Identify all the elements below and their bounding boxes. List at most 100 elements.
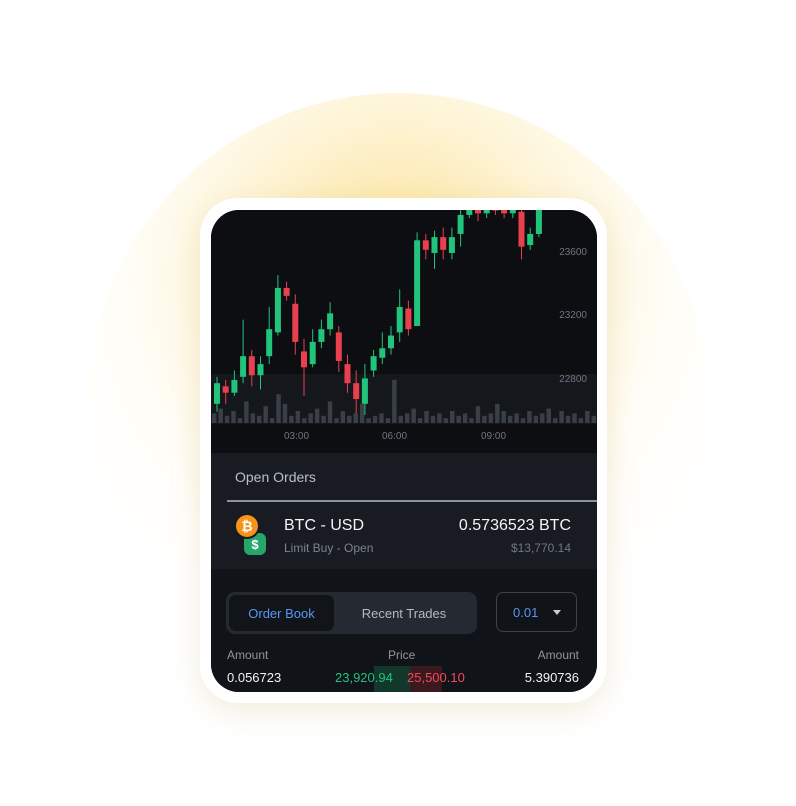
volume-bar	[520, 418, 526, 423]
volume-bar	[308, 413, 313, 423]
volume-bar	[578, 418, 584, 423]
volume-bar	[398, 415, 403, 423]
volume-bar	[417, 418, 423, 423]
volume-bar	[552, 418, 558, 423]
candle-body	[483, 210, 490, 214]
open-orders-divider	[227, 500, 597, 502]
volume-bar	[289, 415, 294, 423]
tab-recent-trades[interactable]: Recent Trades	[334, 595, 474, 631]
x-tick-label: 06:00	[382, 431, 408, 442]
candle-body	[414, 240, 421, 327]
volume-bar	[244, 401, 249, 423]
volume-bar	[450, 411, 455, 423]
volume-bar	[565, 415, 571, 423]
volume-bar	[340, 411, 346, 423]
volume-bar	[430, 415, 436, 423]
chevron-down-icon	[553, 610, 561, 615]
tab-order-book[interactable]: Order Book	[229, 595, 334, 631]
candle-body	[448, 237, 455, 253]
candle-body	[440, 237, 447, 250]
candle-body	[509, 210, 516, 214]
candle-body	[222, 386, 229, 393]
candle-body	[518, 211, 525, 247]
volume-bar	[224, 415, 230, 423]
y-tick-label: 23200	[559, 310, 587, 321]
volume-bar	[347, 415, 352, 423]
candle-body	[388, 335, 394, 349]
ask-amount: 5.390736	[524, 670, 579, 685]
candle-body	[266, 329, 273, 357]
candle-body	[527, 233, 534, 246]
volume-bar	[359, 403, 365, 423]
candle-body	[492, 210, 499, 211]
price-chart[interactable]: 23600 23200 22800 03:00 06:00 09:00	[211, 210, 597, 453]
volume-bar	[385, 418, 391, 423]
x-tick-label: 03:00	[284, 431, 310, 442]
candle-body	[231, 380, 238, 393]
volume-bar	[392, 379, 397, 423]
volume-bar	[559, 411, 564, 423]
header-price: Price	[388, 648, 416, 662]
volume-bar	[482, 415, 487, 423]
volume-bar	[353, 413, 358, 423]
precision-value: 0.01	[513, 605, 539, 620]
candle-body	[327, 313, 334, 330]
candle-body	[248, 356, 255, 376]
volume-bar	[295, 411, 301, 423]
volume-bar	[405, 413, 410, 423]
candle-body	[353, 383, 360, 400]
candle-body	[422, 240, 429, 250]
candle-body	[361, 378, 368, 404]
candle-body	[274, 287, 281, 333]
volume-bar	[475, 406, 481, 423]
volume-bar	[546, 408, 551, 423]
volume-bar	[443, 418, 449, 423]
open-orders-title: Open Orders	[235, 469, 316, 485]
candle-body	[214, 383, 220, 404]
volume-bar	[462, 413, 468, 423]
y-tick-label: 23600	[559, 247, 587, 258]
volume-bar	[269, 418, 275, 423]
candle-body	[335, 332, 342, 361]
candle-body	[535, 210, 542, 234]
volume-bar	[218, 408, 223, 423]
candle-body	[344, 364, 351, 384]
candle-body	[466, 210, 473, 215]
candle-body	[475, 210, 481, 214]
candle-body	[501, 210, 508, 214]
volume-bar	[411, 408, 416, 423]
volume-bar	[276, 394, 281, 423]
candlestick-chart	[212, 210, 596, 423]
candle-body	[257, 364, 264, 376]
bitcoin-icon: ₿	[236, 515, 258, 537]
order-amount: 0.5736523 BTC	[458, 517, 571, 534]
volume-bar	[257, 415, 262, 423]
candle-body	[457, 214, 464, 234]
order-pair[interactable]: BTC - USD	[284, 517, 364, 535]
bid-price[interactable]: 23,920.94	[335, 670, 393, 685]
volume-bar	[585, 411, 590, 423]
volume-bar	[263, 406, 268, 423]
x-tick-label: 09:00	[481, 431, 507, 442]
app-screen: 23600 23200 22800 03:00 06:00 09:00 Open…	[211, 210, 597, 692]
ask-price[interactable]: 25,500.10	[407, 670, 465, 685]
candle-body	[318, 329, 325, 342]
volume-bar	[231, 411, 236, 423]
precision-dropdown[interactable]: 0.01	[496, 592, 577, 632]
candle-body	[301, 351, 307, 368]
volume-bar	[572, 413, 577, 423]
volume-bar	[514, 413, 519, 423]
volume-bar	[527, 411, 532, 423]
volume-bar	[282, 403, 288, 423]
candle-body	[240, 356, 247, 377]
candle-body	[379, 348, 386, 358]
volume-bar	[469, 418, 474, 423]
candle-body	[370, 356, 377, 371]
volume-bar	[533, 415, 539, 423]
order-type: Limit Buy - Open	[284, 541, 374, 555]
volume-bar	[212, 413, 217, 423]
volume-bar	[314, 408, 320, 423]
volume-bar	[488, 413, 494, 423]
candle-body	[309, 341, 316, 365]
volume-bar	[591, 415, 596, 423]
